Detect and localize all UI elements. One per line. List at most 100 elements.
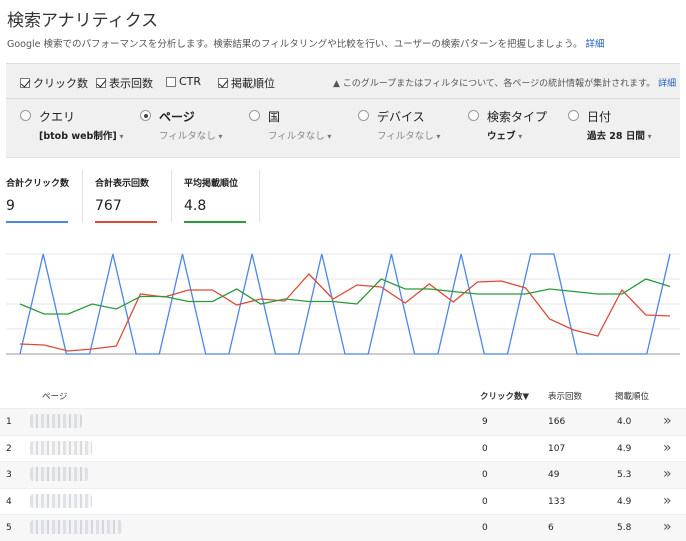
radio-icon[interactable] xyxy=(468,110,479,121)
dimension-label: デバイス xyxy=(377,110,425,124)
divider xyxy=(171,170,172,222)
metric-value: 4.8 xyxy=(184,198,207,214)
row-clicks: 9 xyxy=(482,417,488,427)
open-page-icon[interactable]: » xyxy=(663,493,672,509)
row-position: 4.0 xyxy=(617,417,632,427)
dimension-filter-dropdown[interactable]: フィルタなし xyxy=(268,128,331,142)
checkbox-icon[interactable] xyxy=(96,78,106,88)
dimension-label: クエリ xyxy=(39,110,76,124)
table-row[interactable]: 1 9 166 4.0 » xyxy=(0,408,686,435)
table-row[interactable]: 2 0 107 4.9 » xyxy=(0,434,686,462)
open-page-icon[interactable]: » xyxy=(663,466,672,482)
dimension-label: 日付 xyxy=(587,110,612,124)
divider xyxy=(6,98,680,99)
column-header-impressions[interactable]: 表示回数 xyxy=(548,390,582,402)
toggle-label: 掲載順位 xyxy=(231,77,275,90)
average-position[interactable]: 平均掲載順位 4.8 xyxy=(184,176,248,223)
radio-selected-icon[interactable] xyxy=(140,110,151,121)
row-clicks: 0 xyxy=(482,496,488,507)
radio-icon[interactable] xyxy=(568,110,579,121)
metric-label: 合計表示回数 xyxy=(95,179,150,189)
radio-icon[interactable] xyxy=(20,110,31,121)
toggle-ctr[interactable]: CTR xyxy=(166,75,201,88)
total-impressions[interactable]: 合計表示回数 767 xyxy=(95,176,159,223)
details-link[interactable]: 詳細 xyxy=(586,39,605,50)
dimension-filter-dropdown[interactable]: [btob web制作] xyxy=(39,128,124,142)
toggle-label: 表示回数 xyxy=(109,77,153,90)
page-url-blurred[interactable] xyxy=(30,520,122,534)
sort-desc-icon: ▼ xyxy=(522,392,530,402)
page-url-blurred[interactable] xyxy=(30,467,88,481)
row-clicks: 0 xyxy=(482,523,488,533)
metric-underline xyxy=(6,221,68,223)
total-clicks[interactable]: 合計クリック数 9 xyxy=(6,176,70,223)
row-rank: 4 xyxy=(6,496,12,507)
row-rank: 5 xyxy=(6,523,12,533)
dimension-filter-dropdown[interactable]: 過去 28 日間 xyxy=(587,128,652,142)
dimension-filter-dropdown[interactable]: フィルタなし xyxy=(159,128,222,142)
dimension-label: 検索タイプ xyxy=(487,110,548,124)
table-header: ページ クリック数▼ 表示回数 掲載順位 xyxy=(0,384,686,408)
column-header-position[interactable]: 掲載順位 xyxy=(615,390,649,402)
header-label: クリック数 xyxy=(480,392,523,402)
row-clicks: 0 xyxy=(482,443,488,454)
metric-label: 平均掲載順位 xyxy=(184,179,239,189)
checkbox-icon[interactable] xyxy=(218,78,228,88)
checkbox-icon[interactable] xyxy=(166,76,176,87)
notice-text: このグループまたはフィルタについて、各ページの統計情報が集計されます。 xyxy=(342,79,656,89)
impressions-series-line xyxy=(19,273,671,352)
column-header-page[interactable]: ページ xyxy=(42,390,67,402)
metric-label: 合計クリック数 xyxy=(6,179,70,189)
notice: ▲ このグループまたはフィルタについて、各ページの統計情報が集計されます。 詳細 xyxy=(333,76,676,89)
warning-icon: ▲ xyxy=(333,79,340,89)
column-header-clicks[interactable]: クリック数▼ xyxy=(480,390,529,402)
radio-icon[interactable] xyxy=(358,110,369,121)
dimension-label: 国 xyxy=(268,110,281,124)
checkbox-icon[interactable] xyxy=(20,78,30,88)
position-series-line xyxy=(19,278,671,315)
dimension-label: ページ xyxy=(159,110,195,124)
row-impressions: 6 xyxy=(548,523,554,533)
description-text: Google 検索でのパフォーマンスを分析します。検索結果のフィルタリングや比較… xyxy=(7,39,583,50)
table-row[interactable]: 4 0 133 4.9 » xyxy=(0,487,686,515)
toggle-clicks[interactable]: クリック数 xyxy=(20,75,88,91)
toggle-position[interactable]: 掲載順位 xyxy=(218,75,275,91)
dimension-filter-dropdown[interactable]: フィルタなし xyxy=(377,128,440,142)
table-row[interactable]: 5 0 6 5.8 » xyxy=(0,514,686,541)
page-url-blurred[interactable] xyxy=(30,440,92,455)
open-page-icon[interactable]: » xyxy=(663,440,672,456)
metric-value: 767 xyxy=(95,198,122,214)
row-impressions: 166 xyxy=(548,417,566,427)
row-position: 5.3 xyxy=(617,470,632,480)
pages-table: ページ クリック数▼ 表示回数 掲載順位 1 9 166 4.0» 2 0 107 4.9» 3… xyxy=(0,384,686,541)
page-url-blurred[interactable] xyxy=(30,493,92,508)
open-page-icon[interactable]: » xyxy=(663,413,672,429)
table-row[interactable]: 3 0 49 5.3 » xyxy=(0,461,686,488)
toggle-label: CTR xyxy=(179,75,202,88)
page-title: 検索アナリティクス xyxy=(7,11,159,31)
divider xyxy=(259,170,260,222)
metric-underline xyxy=(184,221,246,223)
row-impressions: 49 xyxy=(548,470,560,480)
row-rank: 3 xyxy=(6,470,12,480)
divider xyxy=(82,170,83,222)
row-position: 4.9 xyxy=(617,496,632,507)
row-position: 4.9 xyxy=(617,443,632,454)
radio-icon[interactable] xyxy=(249,110,260,121)
row-rank: 1 xyxy=(6,417,12,427)
metric-value: 9 xyxy=(6,198,15,214)
row-impressions: 133 xyxy=(548,496,566,507)
page-description: Google 検索でのパフォーマンスを分析します。検索結果のフィルタリングや比較… xyxy=(7,36,605,50)
row-clicks: 0 xyxy=(482,470,488,480)
performance-chart xyxy=(6,253,680,355)
open-page-icon[interactable]: » xyxy=(663,519,672,535)
row-rank: 2 xyxy=(6,443,12,454)
notice-details-link[interactable]: 詳細 xyxy=(658,79,676,89)
dimension-filter-dropdown[interactable]: ウェブ xyxy=(487,128,522,142)
row-position: 5.8 xyxy=(617,523,632,533)
filter-panel: クリック数 表示回数 CTR 掲載順位 ▲ このグループまたはフィルタについて、… xyxy=(6,63,680,158)
toggle-label: クリック数 xyxy=(33,77,88,90)
page-url-blurred[interactable] xyxy=(30,414,82,428)
toggle-impressions[interactable]: 表示回数 xyxy=(96,75,153,91)
row-impressions: 107 xyxy=(548,443,566,454)
